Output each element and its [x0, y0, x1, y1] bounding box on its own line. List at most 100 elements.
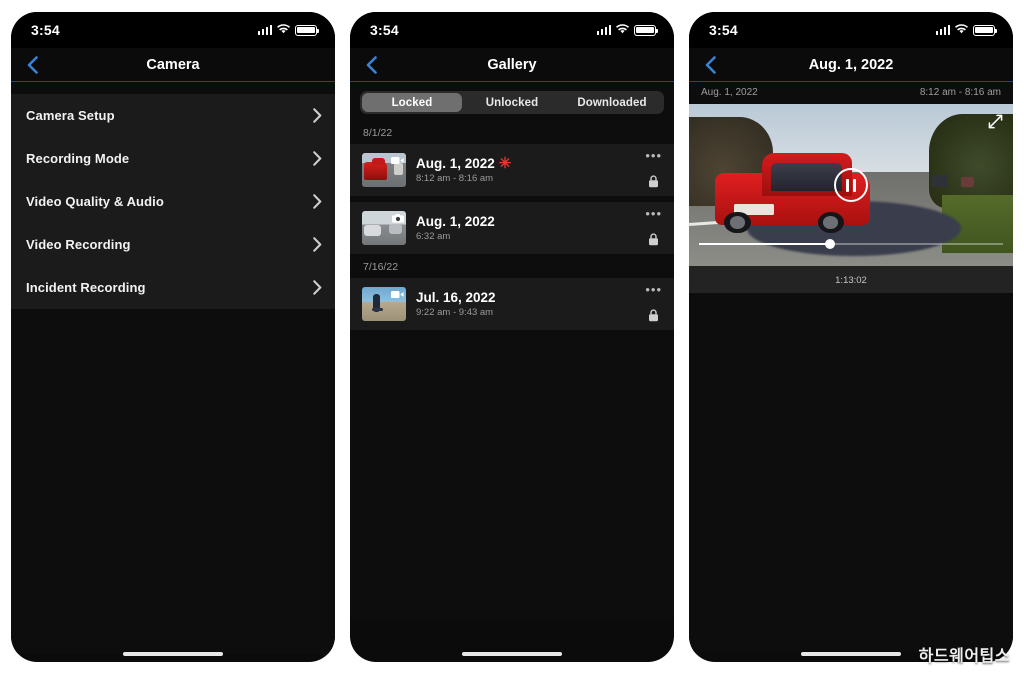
date-group-header: 8/1/22: [350, 123, 674, 144]
thumbnail: [362, 211, 406, 245]
list-item-actions: •••: [645, 149, 662, 188]
tab-downloaded[interactable]: Downloaded: [562, 93, 662, 112]
list-item-actions: •••: [645, 283, 662, 322]
list-item[interactable]: Aug. 1, 2022 ✳ 8:12 am - 8:16 am •••: [350, 144, 674, 196]
filter-bar: Locked Unlocked Downloaded: [350, 82, 674, 123]
video-timestamp: 1:13:02: [835, 275, 867, 286]
settings-row-label: Incident Recording: [26, 280, 146, 295]
lock-closed-icon: [649, 175, 659, 188]
notch: [785, 12, 917, 33]
notch: [107, 12, 239, 33]
video-timestamp-bar: 1:13:02: [689, 266, 1013, 293]
status-icons: [596, 21, 658, 39]
phone-gallery: 3:54 Gallery Locked Unlocked Downloaded: [350, 12, 674, 662]
sidebar-item-video-recording[interactable]: Video Recording: [11, 223, 335, 266]
settings-row-label: Camera Setup: [26, 108, 115, 123]
wifi-icon: [955, 21, 968, 39]
incident-flag-icon: ✳: [498, 155, 512, 172]
video-player[interactable]: [689, 104, 1013, 266]
list-item-title-row: Aug. 1, 2022 ✳: [416, 156, 635, 171]
pause-icon: [852, 178, 857, 192]
settings-list: Camera Setup Recording Mode Video Qualit…: [11, 94, 335, 309]
home-indicator[interactable]: [462, 652, 562, 656]
home-indicator[interactable]: [801, 652, 901, 656]
sidebar-item-camera-setup[interactable]: Camera Setup: [11, 94, 335, 137]
nav-bar: Gallery: [350, 48, 674, 82]
back-button[interactable]: [701, 55, 719, 74]
list-item-subtitle: 8:12 am - 8:16 am: [416, 173, 494, 184]
empty-area: [350, 330, 674, 620]
chevron-right-icon: [313, 237, 322, 252]
status-time: 3:54: [370, 22, 399, 38]
sidebar-item-incident-recording[interactable]: Incident Recording: [11, 266, 335, 309]
list-item-title-row: Jul. 16, 2022: [416, 290, 635, 305]
clip-date: Aug. 1, 2022: [701, 87, 758, 98]
lock-closed-icon: [649, 233, 659, 246]
empty-area: [689, 293, 1013, 653]
list-item-subtitle: 9:22 am - 9:43 am: [416, 307, 494, 318]
lock-closed-icon: [649, 309, 659, 322]
chevron-right-icon: [313, 151, 322, 166]
page-title: Gallery: [487, 56, 537, 73]
notch: [446, 12, 578, 33]
segmented-control: Locked Unlocked Downloaded: [360, 91, 664, 114]
more-horizontal-icon[interactable]: •••: [645, 283, 662, 296]
chevron-left-icon: [27, 55, 38, 74]
list-item[interactable]: Jul. 16, 2022 9:22 am - 9:43 am •••: [350, 278, 674, 330]
page-title: Camera: [146, 56, 200, 73]
phone-camera-settings: 3:54 Camera Camera Setup Recording Mode …: [11, 12, 335, 662]
battery-full-icon: [973, 24, 997, 36]
nav-bar: Aug. 1, 2022: [689, 48, 1013, 82]
sidebar-item-video-quality-audio[interactable]: Video Quality & Audio: [11, 180, 335, 223]
pause-button[interactable]: [834, 168, 868, 202]
page-title: Aug. 1, 2022: [808, 56, 894, 73]
tab-locked[interactable]: Locked: [362, 93, 462, 112]
signal-bars-icon: [935, 25, 950, 35]
list-item-title: Aug. 1, 2022: [416, 214, 495, 229]
tab-unlocked[interactable]: Unlocked: [462, 93, 562, 112]
more-horizontal-icon[interactable]: •••: [645, 149, 662, 162]
back-button[interactable]: [362, 55, 380, 74]
nav-bar: Camera: [11, 48, 335, 82]
watermark: 하드웨어팁스: [918, 648, 1010, 665]
status-icons: [257, 21, 319, 39]
signal-bars-icon: [596, 25, 611, 35]
list-item-subtitle: 6:32 am: [416, 231, 451, 242]
wifi-icon: [616, 21, 629, 39]
chevron-left-icon: [705, 55, 716, 74]
list-item-texts: Aug. 1, 2022 6:32 am: [416, 214, 635, 242]
sidebar-item-recording-mode[interactable]: Recording Mode: [11, 137, 335, 180]
phone-video-player: 3:54 Aug. 1, 2022 Aug. 1, 2022 8:12 am -…: [689, 12, 1013, 662]
status-time: 3:54: [31, 22, 60, 38]
battery-full-icon: [634, 24, 658, 36]
back-button[interactable]: [23, 55, 41, 74]
thumbnail: [362, 153, 406, 187]
settings-row-label: Recording Mode: [26, 151, 130, 166]
empty-area: [11, 309, 335, 654]
list-item-title-row: Aug. 1, 2022: [416, 214, 635, 229]
settings-row-label: Video Quality & Audio: [26, 194, 164, 209]
more-horizontal-icon[interactable]: •••: [645, 207, 662, 220]
list-item-title: Aug. 1, 2022: [416, 156, 495, 171]
list-item[interactable]: Aug. 1, 2022 6:32 am •••: [350, 202, 674, 254]
progress-fill: [699, 243, 830, 245]
date-group-header: 7/16/22: [350, 254, 674, 278]
home-indicator[interactable]: [123, 652, 223, 656]
list-item-title: Jul. 16, 2022: [416, 290, 496, 305]
pause-icon: [845, 178, 850, 192]
signal-bars-icon: [257, 25, 272, 35]
status-time: 3:54: [709, 22, 738, 38]
list-item-texts: Jul. 16, 2022 9:22 am - 9:43 am: [416, 290, 635, 318]
video-camera-icon: [391, 155, 404, 165]
wifi-icon: [277, 21, 290, 39]
expand-arrows-icon[interactable]: [988, 114, 1003, 134]
thumbnail: [362, 287, 406, 321]
progress-slider[interactable]: [699, 239, 1003, 249]
chevron-right-icon: [313, 108, 322, 123]
top-spacer: [11, 82, 335, 94]
progress-knob[interactable]: [824, 239, 835, 249]
battery-full-icon: [295, 24, 319, 36]
video-camera-icon: [391, 289, 404, 299]
chevron-left-icon: [366, 55, 377, 74]
clip-meta-bar: Aug. 1, 2022 8:12 am - 8:16 am: [689, 82, 1013, 104]
